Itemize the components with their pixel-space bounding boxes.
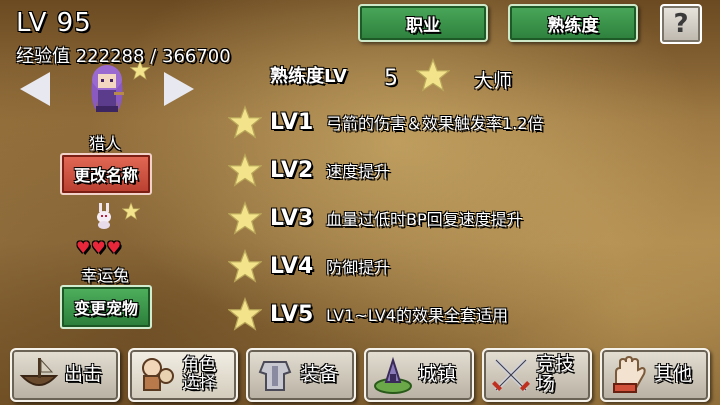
- skill-desc: 速度提升: [326, 162, 391, 181]
- skill-level: LV4: [270, 253, 314, 279]
- nav-other[interactable]: 其他: [600, 348, 710, 402]
- pet-star-icon: [122, 202, 140, 220]
- star-icon: [228, 105, 262, 139]
- skill-desc: 防御提升: [326, 258, 391, 277]
- skill-desc: LV1~LV4的效果全套适用: [326, 306, 508, 325]
- proficiency-rank: 大师: [474, 70, 513, 92]
- nav-character-select[interactable]: 角色 选择: [128, 348, 238, 402]
- next-character-arrow-icon[interactable]: [164, 72, 194, 106]
- star-icon: [228, 249, 262, 283]
- crossed-swords-icon: [492, 358, 530, 392]
- star-icon: [228, 201, 262, 235]
- proficiency-label: 熟练度LV: [270, 66, 347, 87]
- nav-sortie[interactable]: 出击: [10, 348, 120, 402]
- nav-town[interactable]: 城镇: [364, 348, 474, 402]
- skill-level: LV1: [270, 109, 314, 135]
- pet-name: 幸运兔: [80, 266, 129, 285]
- skill-row: LV1 弓箭的伤害＆效果触发率1.2倍: [228, 104, 543, 140]
- skill-level: LV3: [270, 205, 314, 231]
- nav-label: 城镇: [418, 363, 457, 386]
- help-button[interactable]: ?: [660, 4, 702, 44]
- proficiency-star-icon: [416, 58, 450, 92]
- rabbit-pet-icon: [97, 203, 111, 229]
- nav-label: 其他: [654, 363, 693, 386]
- character-sprite-icon: [91, 65, 124, 112]
- nav-label: 出击: [64, 363, 103, 386]
- skill-row: LV2 速度提升: [228, 152, 390, 188]
- nav-label: 竞技场: [536, 353, 575, 395]
- nav-equipment[interactable]: 装备: [246, 348, 356, 402]
- boat-icon: [19, 358, 59, 386]
- character-star-icon: [130, 60, 150, 80]
- star-icon: [228, 153, 262, 187]
- change-pet-button[interactable]: 变更宠物: [60, 285, 152, 329]
- skill-row: LV3 血量过低时BP回复速度提升: [228, 200, 523, 236]
- star-icon: [228, 297, 262, 331]
- exp-max: 366700: [162, 46, 231, 67]
- player-level: LV 95: [16, 8, 92, 38]
- skill-desc: 弓箭的伤害＆效果触发率1.2倍: [326, 114, 544, 133]
- skill-desc: 血量过低时BP回复速度提升: [326, 210, 523, 229]
- skill-row: LV4 防御提升: [228, 248, 390, 284]
- exp-label: 经验值: [16, 46, 70, 67]
- nav-label: 装备: [300, 363, 339, 386]
- proficiency-button[interactable]: 熟练度: [508, 4, 638, 42]
- proficiency-value: 5: [384, 66, 398, 91]
- armor-icon: [258, 361, 292, 391]
- job-button[interactable]: 职业: [358, 4, 488, 42]
- rename-button[interactable]: 更改名称: [60, 153, 152, 195]
- nav-label: 角色 选择: [182, 356, 216, 393]
- nav-arena[interactable]: 竞技场: [482, 348, 592, 402]
- exp-separator: /: [150, 46, 157, 67]
- character-class: 猎人: [88, 134, 121, 153]
- pet-hearts: ♥♥♥: [76, 238, 123, 257]
- prev-character-arrow-icon[interactable]: [20, 72, 50, 106]
- town-icon: [374, 356, 412, 394]
- nav-label-line2: 选择: [182, 373, 216, 393]
- skill-level: LV5: [270, 301, 314, 327]
- hand-icon: [613, 355, 646, 393]
- character-select-icon: [142, 358, 174, 391]
- skill-row: LV5 LV1~LV4的效果全套适用: [228, 296, 508, 332]
- skill-level: LV2: [270, 157, 314, 183]
